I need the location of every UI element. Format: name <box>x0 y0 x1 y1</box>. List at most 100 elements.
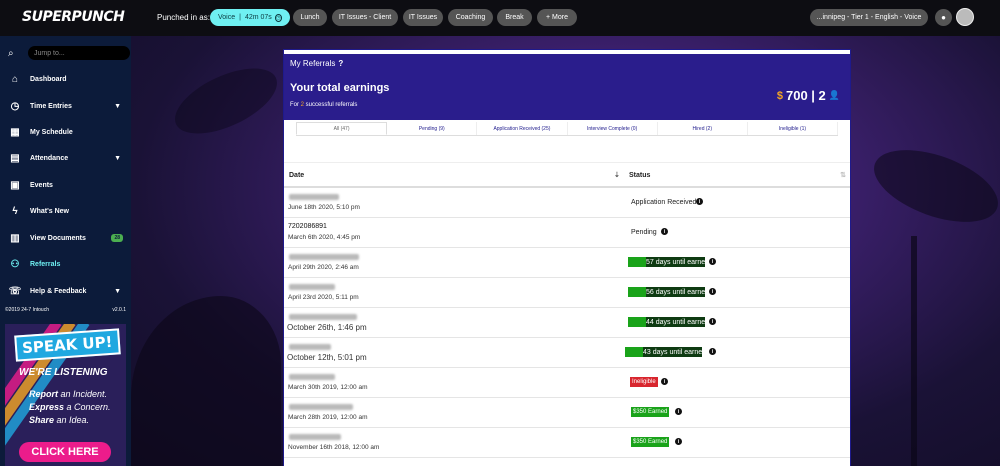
documents-icon: ▥ <box>10 232 20 244</box>
info-icon[interactable]: i <box>661 228 668 235</box>
referral-name-redacted <box>289 404 353 410</box>
earnings-banner: Your total earnings For 2 successful ref… <box>284 72 850 120</box>
column-header-status[interactable]: Status <box>629 172 650 179</box>
referral-name-redacted <box>289 344 331 350</box>
tab-all[interactable]: All (47) <box>296 122 388 135</box>
earnings-title: Your total earnings <box>290 82 390 94</box>
location-pill[interactable]: ...innipeg - Tier 1 - English - Voice <box>810 9 928 26</box>
info-icon[interactable]: i <box>709 348 716 355</box>
referrals-icon: ⚇ <box>10 258 20 270</box>
status-badge: 43 days until earned <box>625 347 706 357</box>
tab-ineligible[interactable]: Ineligible (1) <box>748 122 839 135</box>
referral-name-redacted <box>289 434 341 440</box>
table-row: March 28th 2019, 12:00 am $350 Earned i <box>284 398 850 428</box>
attendance-icon: ▤ <box>10 152 20 164</box>
app-logo[interactable]: SUPERPUNCH <box>22 9 125 25</box>
documents-count-badge: 28 <box>111 234 123 242</box>
more-button[interactable]: + More <box>537 9 577 26</box>
ad-body: Report an Incident. Express a Concern. S… <box>29 389 111 425</box>
active-status-label: Voice <box>218 14 236 21</box>
copyright-text: ©2019 24-7 Intouch <box>5 307 49 313</box>
referral-name-redacted <box>289 374 335 380</box>
referral-date: October 12th, 5:01 pm <box>287 353 367 362</box>
tab-pending[interactable]: Pending (9) <box>387 122 478 135</box>
info-icon[interactable]: i <box>696 198 703 205</box>
table-row: June 18th 2020, 5:10 pm Application Recei… <box>284 188 850 218</box>
sidebar-item-referrals[interactable]: ⚇ Referrals <box>0 251 131 277</box>
active-status-timer: 42m 07s <box>244 14 272 21</box>
info-icon[interactable]: i <box>661 378 668 385</box>
referral-name: 7202086891 <box>288 223 327 230</box>
status-badge: Ineligible <box>630 377 658 387</box>
referral-date: March 6th 2020, 4:45 pm <box>288 234 361 241</box>
sort-arrow-icon[interactable]: ⇣ <box>614 171 620 179</box>
status-text: Application Received <box>631 199 697 206</box>
dollar-icon: $ <box>776 89 783 102</box>
table-row: October 12th, 5:01 pm 43 days until earne… <box>284 338 850 368</box>
info-icon[interactable]: i <box>675 438 682 445</box>
punched-in-label: Punched in as: <box>157 13 210 22</box>
table-row: March 30th 2019, 12:00 am Ineligible i <box>284 368 850 398</box>
lunch-button[interactable]: Lunch <box>293 9 327 26</box>
referral-tabs: All (47) Pending (9) Application Receive… <box>296 122 839 136</box>
home-icon: ⌂ <box>11 73 19 85</box>
table-row: April 29th 2020, 2:46 am 57 days until ea… <box>284 248 850 278</box>
clock-icon: ◷ <box>274 13 282 22</box>
info-icon[interactable]: i <box>675 408 682 415</box>
avatar[interactable] <box>956 8 974 26</box>
referral-date: June 18th 2020, 5:10 pm <box>288 204 360 211</box>
info-icon[interactable]: i <box>709 288 716 295</box>
sidebar-item-dashboard[interactable]: ⌂ Dashboard <box>0 66 131 92</box>
chat-icon[interactable]: ● <box>935 9 952 26</box>
table-row: November 16th 2018, 12:00 am $350 Earned i <box>284 428 850 458</box>
sidebar-item-help-feedback[interactable]: ☏ Help & Feedback ▼ <box>0 278 131 304</box>
help-question-icon[interactable]: ? <box>338 59 343 68</box>
referrals-panel: My Referrals ? Your total earnings For 2… <box>283 49 851 466</box>
break-button[interactable]: Break <box>497 9 532 26</box>
table-row: October 26th, 1:46 pm 44 days until earne… <box>284 308 850 338</box>
sidebar-item-time-entries[interactable]: ◷ Time Entries ▼ <box>0 93 131 119</box>
tab-hired[interactable]: Hired (2) <box>658 122 748 135</box>
info-icon[interactable]: i <box>709 318 716 325</box>
table-header: Date ⇣ Status ⇅ <box>284 162 850 188</box>
lightning-icon: ϟ <box>12 205 18 217</box>
coaching-button[interactable]: Coaching <box>448 9 493 26</box>
sidebar-item-my-schedule[interactable]: ▦ My Schedule <box>0 119 131 145</box>
column-header-date[interactable]: Date <box>289 172 304 179</box>
referral-name-redacted <box>289 284 335 290</box>
version-text: v2.0.1 <box>112 307 126 313</box>
referral-date: March 28th 2019, 12:00 am <box>288 414 368 421</box>
referral-name-redacted <box>289 314 357 320</box>
referrals-table: Date ⇣ Status ⇅ June 18th 2020, 5:10 pm A… <box>284 162 850 458</box>
it-issues-button[interactable]: IT Issues <box>403 9 443 26</box>
tab-interview-complete[interactable]: Interview Complete (0) <box>568 122 658 135</box>
speak-up-title: SPEAK UP! <box>14 328 121 362</box>
sidebar-item-whats-new[interactable]: ϟ What's New <box>0 198 131 224</box>
sort-arrows-icon[interactable]: ⇅ <box>840 171 846 179</box>
sidebar-item-view-documents[interactable]: ▥ View Documents 28 <box>0 225 131 251</box>
chevron-down-icon: ▼ <box>114 154 121 162</box>
referral-name-redacted <box>289 254 359 260</box>
help-icon: ☏ <box>8 285 22 297</box>
speak-up-banner[interactable]: SPEAK UP! WE'RE LISTENING Report an Inci… <box>5 324 126 466</box>
listening-text: WE'RE LISTENING <box>19 367 108 378</box>
top-bar: SUPERPUNCH Punched in as: Voice | 42m 07… <box>0 0 1000 36</box>
it-issues-client-button[interactable]: IT Issues - Client <box>332 9 398 26</box>
status-badge: $350 Earned <box>631 407 670 417</box>
referral-date: November 16th 2018, 12:00 am <box>288 444 380 451</box>
table-body: June 18th 2020, 5:10 pm Application Recei… <box>284 188 850 458</box>
chevron-down-icon: ▼ <box>114 102 121 110</box>
tab-application-received[interactable]: Application Received (25) <box>477 122 568 135</box>
earnings-total: $ 700 | 2 👤 <box>776 88 840 103</box>
search-input[interactable] <box>28 46 130 60</box>
sidebar-item-events[interactable]: ▣ Events <box>0 172 131 198</box>
info-icon[interactable]: i <box>709 258 716 265</box>
referral-date: March 30th 2019, 12:00 am <box>288 384 368 391</box>
active-status-pill[interactable]: Voice | 42m 07s ◷ <box>210 9 290 26</box>
click-here-button[interactable]: CLICK HERE <box>19 442 111 462</box>
earnings-subtitle: For 2 successful referrals <box>290 102 358 108</box>
calendar-icon: ▦ <box>10 126 20 138</box>
search-icon: ⌕ <box>8 47 14 59</box>
status-badge: 57 days until earned <box>628 257 709 267</box>
sidebar-item-attendance[interactable]: ▤ Attendance ▼ <box>0 145 131 171</box>
